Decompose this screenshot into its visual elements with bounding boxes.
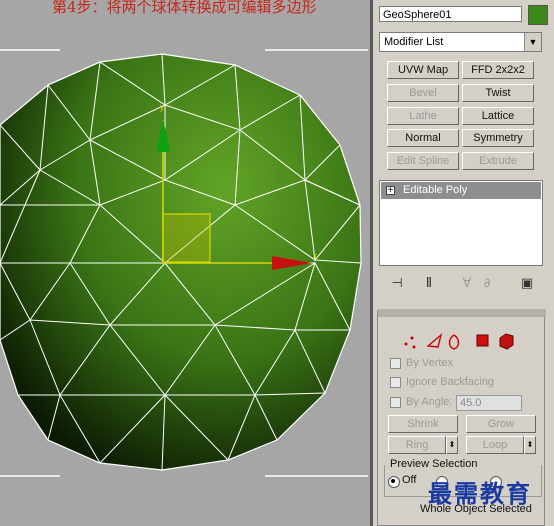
stack-item-label: Editable Poly [403,184,468,196]
object-color-swatch[interactable] [528,5,548,25]
modify-panel: GeoSphere01 Modifier List ▼ UVW Map FFD … [373,0,554,526]
extrude-button[interactable]: Extrude [462,152,534,170]
stack-toolbar: ⊣ Ⅱ ∀ ∂ ▣ [379,274,545,296]
ring-spinner-arrows[interactable]: ⬍ [446,436,458,454]
polygon-icon[interactable] [476,334,489,347]
edge-icon[interactable] [426,333,443,348]
bevel-button[interactable]: Bevel [387,84,459,102]
edit-spline-button[interactable]: Edit Spline [387,152,459,170]
by-angle-checkbox[interactable] [390,397,401,408]
ignore-backfacing-checkbox[interactable] [390,377,401,388]
by-vertex-checkbox[interactable] [390,358,401,369]
axis-y-label: y [160,103,164,112]
normal-button[interactable]: Normal [387,129,459,147]
ffd-button[interactable]: FFD 2x2x2 [462,61,534,79]
axis-x-label: x [313,251,317,260]
configure-sets-icon[interactable]: ▣ [519,276,535,292]
angle-spinner[interactable]: 45.0 [456,395,522,411]
perspective-viewport[interactable]: y x 第4步：将两个球体转换成可编辑多边形 [0,0,372,526]
vertex-icon[interactable] [404,336,416,349]
twist-button[interactable]: Twist [462,84,534,102]
watermark-logo: 最需教育 [428,479,532,508]
make-unique-icon[interactable]: ∀ [459,276,475,292]
grow-button[interactable]: Grow [466,415,536,433]
chevron-down-icon[interactable]: ▼ [524,33,541,51]
modifier-stack[interactable]: + Editable Poly [379,180,543,266]
subobject-level-icons [404,333,514,350]
symmetry-button[interactable]: Symmetry [462,129,534,147]
sphere-scene: y x [0,49,368,477]
uvw-map-button[interactable]: UVW Map [387,61,459,79]
ring-button[interactable]: Ring [388,436,446,454]
stack-item-editable-poly[interactable]: + Editable Poly [381,182,541,199]
shrink-button[interactable]: Shrink [388,415,458,433]
selection-rollout-header[interactable] [378,309,546,317]
remove-modifier-icon[interactable]: ∂ [479,276,495,292]
lattice-button[interactable]: Lattice [462,107,534,125]
by-angle-label: By Angle: [406,396,453,408]
show-end-result-icon[interactable]: Ⅱ [421,276,437,292]
expand-plus-icon[interactable]: + [386,186,395,196]
modifier-list-dropdown[interactable]: Modifier List ▼ [379,32,542,52]
step-caption: 第4步：将两个球体转换成可编辑多边形 [52,0,317,16]
element-icon[interactable] [499,333,514,350]
by-vertex-label: By Vertex [406,357,454,369]
lathe-button[interactable]: Lathe [387,107,459,125]
modifier-list-label: Modifier List [384,36,444,48]
loop-button[interactable]: Loop [466,436,524,454]
object-name-field[interactable]: GeoSphere01 [379,6,522,22]
loop-spinner-arrows[interactable]: ⬍ [524,436,536,454]
border-icon[interactable] [448,334,460,350]
preview-off-label: Off [402,474,417,486]
preview-off-radio[interactable] [388,476,400,488]
ignore-backfacing-label: Ignore Backfacing [406,376,495,388]
pin-stack-icon[interactable]: ⊣ [389,276,405,292]
